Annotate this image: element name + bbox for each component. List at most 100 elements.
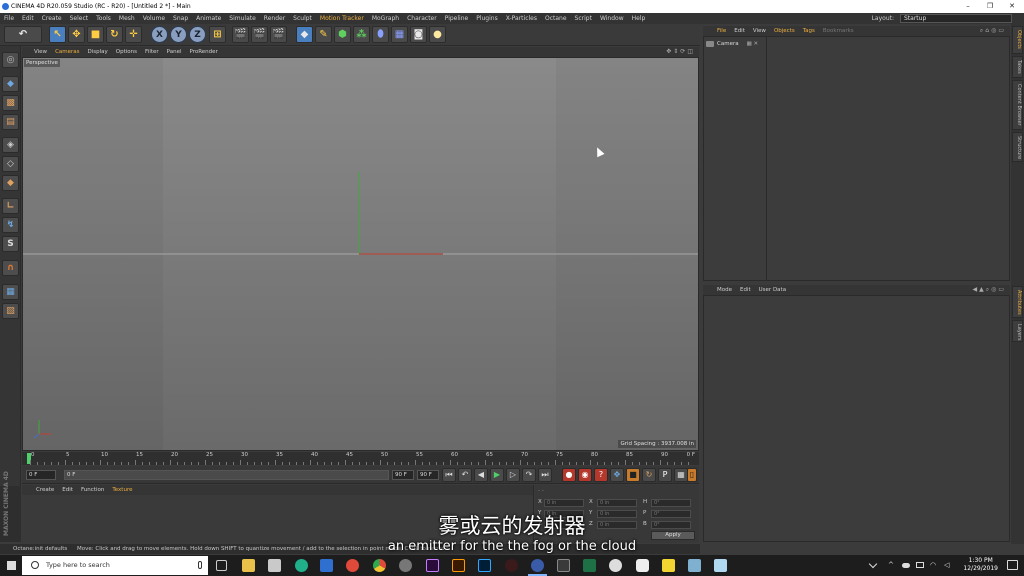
- cloner-button[interactable]: ⁂: [353, 26, 370, 43]
- menu-help[interactable]: Help: [628, 15, 650, 22]
- y-axis-button[interactable]: Y: [170, 26, 187, 43]
- key-scale-button[interactable]: ■: [626, 468, 640, 482]
- viewport-menu-view[interactable]: View: [30, 49, 51, 55]
- coordinate-system-button[interactable]: ⊞: [209, 26, 226, 43]
- notification-center-icon[interactable]: [1007, 560, 1018, 570]
- menu-tools[interactable]: Tools: [92, 15, 115, 22]
- tab-objects[interactable]: Objects: [1012, 26, 1023, 54]
- recent-tools-button[interactable]: ✛: [125, 26, 142, 43]
- scale-tool-button[interactable]: ■: [87, 26, 104, 43]
- start-button[interactable]: [0, 555, 21, 576]
- menu-mesh[interactable]: Mesh: [115, 15, 139, 22]
- position-x-field[interactable]: 0 in: [544, 499, 584, 507]
- menu-window[interactable]: Window: [596, 15, 628, 22]
- close-button[interactable]: ✕: [1002, 0, 1022, 13]
- key-rotation-button[interactable]: ↻: [642, 468, 656, 482]
- tab-takes[interactable]: Takes: [1012, 56, 1023, 78]
- viewport-nav-icons[interactable]: ✥⇕⟳◫: [666, 48, 695, 55]
- attribute-menu-edit[interactable]: Edit: [736, 287, 755, 293]
- app-paper-icon[interactable]: [714, 559, 727, 572]
- z-axis-button[interactable]: Z: [189, 26, 206, 43]
- menu-x-particles[interactable]: X-Particles: [502, 15, 541, 22]
- tab-attributes[interactable]: Attributes: [1012, 286, 1023, 318]
- menu-octane[interactable]: Octane: [541, 15, 571, 22]
- goto-start-button[interactable]: ⏮: [442, 468, 456, 482]
- attribute-menu-mode[interactable]: Mode: [713, 287, 736, 293]
- file-explorer-icon[interactable]: [242, 559, 255, 572]
- make-editable-button[interactable]: ◎: [2, 52, 19, 68]
- tweak-mode-button[interactable]: ↯: [2, 217, 19, 233]
- minimize-button[interactable]: –: [958, 0, 978, 13]
- menu-create[interactable]: Create: [38, 15, 66, 22]
- play-button[interactable]: ▶: [490, 468, 504, 482]
- menu-plugins[interactable]: Plugins: [472, 15, 502, 22]
- tab-layers[interactable]: Layers: [1012, 320, 1023, 342]
- live-selection-button[interactable]: ↖: [49, 26, 66, 43]
- render-picture-viewer-button[interactable]: 🎬: [251, 26, 268, 43]
- object-name[interactable]: Camera: [717, 41, 739, 47]
- attribute-manager[interactable]: [703, 295, 1010, 542]
- tab-structure[interactable]: Structure: [1012, 132, 1023, 162]
- rotate-tool-button[interactable]: ↻: [106, 26, 123, 43]
- mail-icon[interactable]: [320, 559, 333, 572]
- planar-workplane-button[interactable]: ▧: [2, 303, 19, 319]
- taskbar-search-input[interactable]: Type here to search: [22, 556, 208, 575]
- perspective-viewport[interactable]: Perspective Grid Spacing : 3937.008 in: [22, 57, 699, 451]
- object-menu-objects[interactable]: Objects: [770, 28, 799, 34]
- light-button[interactable]: ●: [429, 26, 446, 43]
- layout-select[interactable]: Startup: [900, 14, 1012, 23]
- illustrator-icon[interactable]: [452, 559, 465, 572]
- key-pla-button[interactable]: ▦: [674, 468, 688, 482]
- menu-volume[interactable]: Volume: [139, 15, 169, 22]
- object-row-camera[interactable]: Camera ▦ ✕: [706, 40, 758, 48]
- polygons-mode-button[interactable]: ◆: [2, 175, 19, 191]
- menu-edit[interactable]: Edit: [18, 15, 38, 22]
- points-mode-button[interactable]: ◈: [2, 137, 19, 153]
- menu-character[interactable]: Character: [403, 15, 441, 22]
- object-manager-search-icons[interactable]: ⌕⌂◎▭: [980, 27, 1006, 35]
- volume-icon[interactable]: ◁: [944, 561, 952, 569]
- timeline-ruler[interactable]: 0 5 10 15 20 25 30 35 40 45 50 55 60 65 70 75 80 85 90 0 F: [22, 452, 699, 465]
- menu-sculpt[interactable]: Sculpt: [289, 15, 316, 22]
- battery-icon[interactable]: [916, 562, 924, 568]
- undo-button[interactable]: ↶: [4, 26, 42, 43]
- size-x-field[interactable]: 0 in: [597, 499, 637, 507]
- next-key-button[interactable]: ↷: [522, 468, 536, 482]
- microphone-icon[interactable]: [198, 561, 202, 569]
- wifi-icon[interactable]: ◠: [930, 561, 938, 569]
- restore-button[interactable]: ❐: [980, 0, 1000, 13]
- tab-content-browser[interactable]: Content Browser: [1012, 80, 1023, 130]
- grid-lock-button[interactable]: ▦: [2, 284, 19, 300]
- workplane-mode-button[interactable]: ▤: [2, 114, 19, 130]
- object-manager-divider[interactable]: [766, 37, 767, 280]
- end-frame-field[interactable]: 90 F: [392, 470, 414, 480]
- cinema4d-taskbar-icon[interactable]: [528, 559, 547, 576]
- app-blue-icon[interactable]: [688, 559, 701, 572]
- menu-file[interactable]: File: [0, 15, 18, 22]
- key-position-button[interactable]: ✥: [610, 468, 624, 482]
- photoshop-icon[interactable]: [478, 559, 491, 572]
- menu-simulate[interactable]: Simulate: [225, 15, 260, 22]
- pen-spline-button[interactable]: ✎: [315, 26, 332, 43]
- model-mode-button[interactable]: ◆: [2, 76, 19, 92]
- render-view-button[interactable]: 🎬: [232, 26, 249, 43]
- menu-motion-tracker[interactable]: Motion Tracker: [316, 15, 368, 22]
- task-view-icon[interactable]: [216, 560, 227, 571]
- menu-select[interactable]: Select: [66, 15, 93, 22]
- prev-frame-button[interactable]: ◀: [474, 468, 488, 482]
- chrome-icon[interactable]: [373, 559, 386, 572]
- key-parameter-button[interactable]: P: [658, 468, 672, 482]
- object-manager[interactable]: Camera ▦ ✕: [703, 36, 1010, 281]
- tray-chevron-up-icon[interactable]: ^: [888, 561, 896, 569]
- object-visibility-toggles[interactable]: ▦ ✕: [747, 41, 759, 47]
- cube-object-button[interactable]: ◆: [296, 26, 313, 43]
- current-frame-field[interactable]: 0 F: [26, 470, 56, 480]
- viewport-menu-cameras[interactable]: Cameras: [51, 49, 83, 55]
- next-frame-button[interactable]: ▷: [506, 468, 520, 482]
- material-menu-function[interactable]: Function: [77, 487, 108, 493]
- premiere-icon[interactable]: [426, 559, 439, 572]
- autokey-button[interactable]: ◉: [578, 468, 592, 482]
- prev-key-button[interactable]: ↶: [458, 468, 472, 482]
- people-icon[interactable]: [868, 559, 878, 569]
- menu-script[interactable]: Script: [571, 15, 596, 22]
